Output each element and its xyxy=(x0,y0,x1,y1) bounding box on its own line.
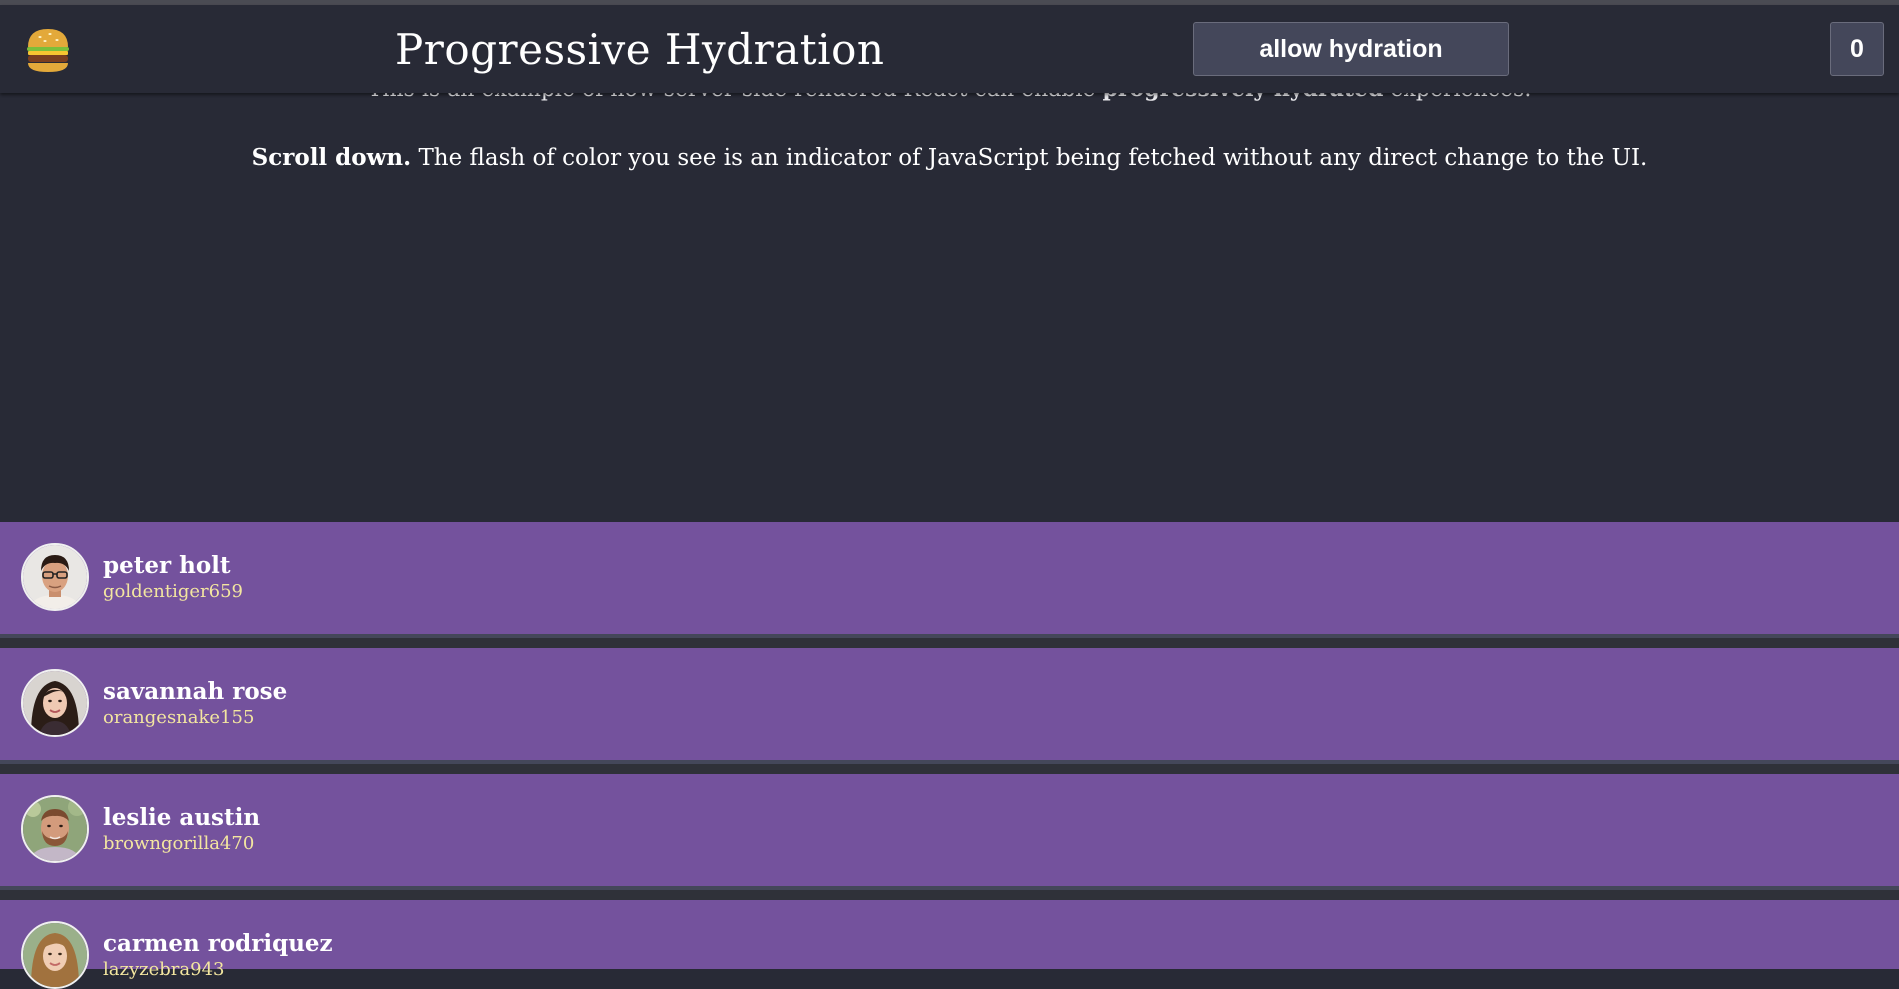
avatar xyxy=(21,795,89,863)
user-name: carmen rodriquez xyxy=(103,930,333,957)
scroll-instruction: Scroll down. The flash of color you see … xyxy=(0,142,1899,174)
allow-hydration-button[interactable]: allow hydration xyxy=(1193,22,1509,76)
scroll-instruction-bold: Scroll down. xyxy=(251,144,412,171)
hydration-counter: 0 xyxy=(1830,22,1884,76)
hamburger-icon xyxy=(24,25,72,75)
user-name: peter holt xyxy=(103,552,231,579)
user-username: browngorilla470 xyxy=(103,833,255,854)
avatar xyxy=(21,669,89,737)
app-header: Progressive Hydration allow hydration 0 xyxy=(0,5,1899,93)
user-name: savannah rose xyxy=(103,678,288,705)
user-row[interactable]: leslie austin browngorilla470 xyxy=(0,774,1899,886)
user-name: leslie austin xyxy=(103,804,261,831)
user-row[interactable]: carmen rodriquez lazyzebra943 xyxy=(0,900,1899,989)
row-divider xyxy=(0,760,1899,774)
user-row[interactable]: savannah rose orangesnake155 xyxy=(0,648,1899,760)
user-username: lazyzebra943 xyxy=(103,959,225,980)
row-divider xyxy=(0,634,1899,648)
user-username: goldentiger659 xyxy=(103,581,244,602)
scroll-instruction-text: The flash of color you see is an indicat… xyxy=(411,145,1648,171)
user-username: orangesnake155 xyxy=(103,707,255,728)
page-title: Progressive Hydration xyxy=(395,25,885,74)
avatar xyxy=(21,921,89,989)
user-row[interactable]: peter holt goldentiger659 xyxy=(0,522,1899,634)
row-divider xyxy=(0,886,1899,900)
avatar xyxy=(21,543,89,611)
